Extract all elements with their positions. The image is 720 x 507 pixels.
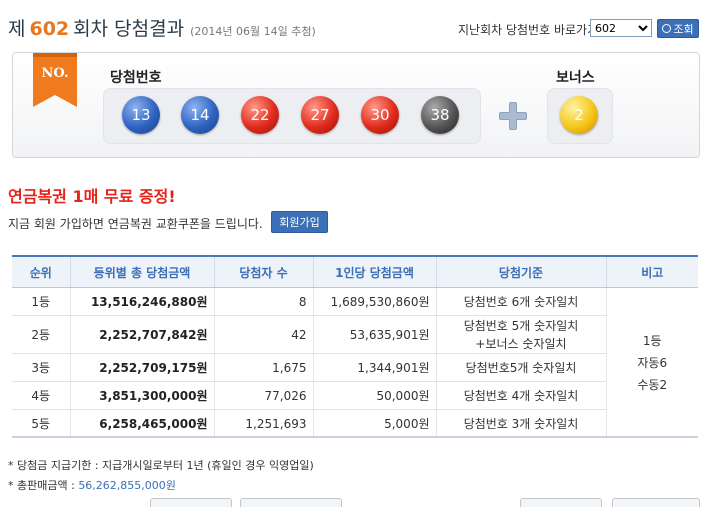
- page-title: 제 602 회차 당첨결과 (2014년 06월 14일 추첨): [8, 14, 316, 41]
- ribbon-text: NO.: [42, 66, 69, 81]
- rank-cell: 1등: [12, 287, 70, 316]
- rank-cell: 2등: [12, 315, 70, 354]
- criteria-cell: 당첨번호 5개 숫자일치 +보너스 숫자일치: [435, 315, 606, 354]
- bonus-ball: 2: [560, 96, 598, 134]
- criteria-cell: 당첨번호 6개 숫자일치: [435, 287, 606, 316]
- column-header: 1인당 당첨금액: [312, 255, 436, 288]
- rank-cell: 4등: [12, 381, 70, 410]
- column-header: 당첨기준: [435, 255, 606, 288]
- number-ribbon-icon: NO.: [33, 53, 77, 107]
- column-header: 비고: [605, 255, 698, 288]
- criteria-text: 당첨번호 6개 숫자일치: [463, 294, 579, 309]
- note-line: 1등: [642, 333, 662, 348]
- title-suffix: 회차 당첨결과: [73, 18, 185, 40]
- winners-cell: 8: [213, 287, 313, 316]
- total-sales-amount: 56,262,855,000원: [78, 479, 176, 492]
- winning-ball: 14: [181, 96, 219, 134]
- table-bottom-border: [12, 436, 698, 438]
- table-row: 5등 6,258,465,000원 1,251,693 5,000원 당첨번호 …: [12, 409, 698, 438]
- winning-ball: 13: [122, 96, 160, 134]
- bottom-button-partial[interactable]: [150, 498, 232, 507]
- bonus-label: 보너스: [556, 70, 595, 86]
- table-row: 2등 2,252,707,842원 42 53,635,901원 당첨번호 5개…: [12, 315, 698, 354]
- table-row: 3등 2,252,709,175원 1,675 1,344,901원 당첨번호5…: [12, 353, 698, 382]
- plus-icon: [499, 102, 527, 130]
- per-winner-cell: 50,000원: [312, 381, 436, 410]
- winning-ball: 22: [241, 96, 279, 134]
- search-button[interactable]: 조회: [657, 19, 699, 38]
- round-number: 602: [29, 18, 70, 40]
- note-line: 자동6: [637, 355, 668, 370]
- total-amount-cell: 13,516,246,880원: [69, 287, 214, 316]
- column-header: 순위: [12, 255, 70, 288]
- column-header: 등위별 총 당첨금액: [69, 255, 214, 288]
- rank-cell: 3등: [12, 353, 70, 382]
- criteria-text-bonus: +보너스 숫자일치: [475, 336, 567, 351]
- per-winner-cell: 1,344,901원: [312, 353, 436, 382]
- total-sales-label: * 총판매금액 :: [8, 479, 75, 492]
- table-header-row: 순위 등위별 총 당첨금액 당첨자 수 1인당 당첨금액 당첨기준 비고: [12, 255, 698, 288]
- winners-cell: 1,675: [213, 353, 313, 382]
- join-button[interactable]: 회원가입: [271, 211, 328, 233]
- table-row: 4등 3,851,300,000원 77,026 50,000원 당첨번호 4개…: [12, 381, 698, 410]
- winners-cell: 42: [213, 315, 313, 354]
- winners-cell: 77,026: [213, 381, 313, 410]
- winners-cell: 1,251,693: [213, 409, 313, 438]
- table-row: 1등 13,516,246,880원 8 1,689,530,860원 당첨번호…: [12, 287, 698, 438]
- per-winner-cell: 5,000원: [312, 409, 436, 438]
- criteria-cell: 당첨번호 3개 숫자일치: [435, 409, 606, 438]
- round-select[interactable]: 602: [590, 19, 652, 37]
- winning-ball: 27: [301, 96, 339, 134]
- criteria-cell: 당첨번호5개 숫자일치: [435, 353, 606, 382]
- total-amount-cell: 2,252,707,842원: [69, 315, 214, 354]
- payment-deadline-note: * 당첨금 지급기한 : 지급개시일로부터 1년 (휴일인 경우 익영업일): [8, 459, 314, 472]
- criteria-cell: 당첨번호 4개 숫자일치: [435, 381, 606, 410]
- bottom-button-partial[interactable]: [612, 498, 700, 507]
- bottom-button-partial[interactable]: [240, 498, 342, 507]
- search-icon: [662, 24, 672, 33]
- prize-table: 순위 등위별 총 당첨금액 당첨자 수 1인당 당첨금액 당첨기준 비고 1등 …: [12, 255, 698, 438]
- promo-title: 연금복권 1매 무료 증정!: [8, 187, 176, 206]
- total-amount-cell: 2,252,709,175원: [69, 353, 214, 382]
- draw-date: (2014년 06월 14일 추첨): [190, 25, 316, 38]
- total-sales-note: * 총판매금액 : 56,262,855,000원: [8, 477, 176, 493]
- title-prefix: 제: [8, 18, 26, 40]
- per-winner-cell: 53,635,901원: [312, 315, 436, 354]
- search-button-label: 조회: [673, 22, 694, 36]
- promo-text: 지금 회원 가입하면 연금복권 교환쿠폰을 드립니다.: [8, 217, 263, 231]
- column-header: 당첨자 수: [213, 255, 313, 288]
- winning-ball: 38: [421, 96, 459, 134]
- rank-cell: 5등: [12, 409, 70, 438]
- note-cell: 1등 자동6 수동2: [605, 287, 698, 438]
- goto-label: 지난회차 당첨번호 바로가기: [458, 23, 599, 37]
- note-line: 수동2: [637, 377, 668, 392]
- winning-ball: 30: [361, 96, 399, 134]
- bottom-button-partial[interactable]: [520, 498, 602, 507]
- total-amount-cell: 6,258,465,000원: [69, 409, 214, 438]
- per-winner-cell: 1,689,530,860원: [312, 287, 436, 316]
- winning-numbers-label: 당첨번호: [110, 70, 162, 86]
- criteria-text: 당첨번호 5개 숫자일치: [463, 318, 579, 333]
- total-amount-cell: 3,851,300,000원: [69, 381, 214, 410]
